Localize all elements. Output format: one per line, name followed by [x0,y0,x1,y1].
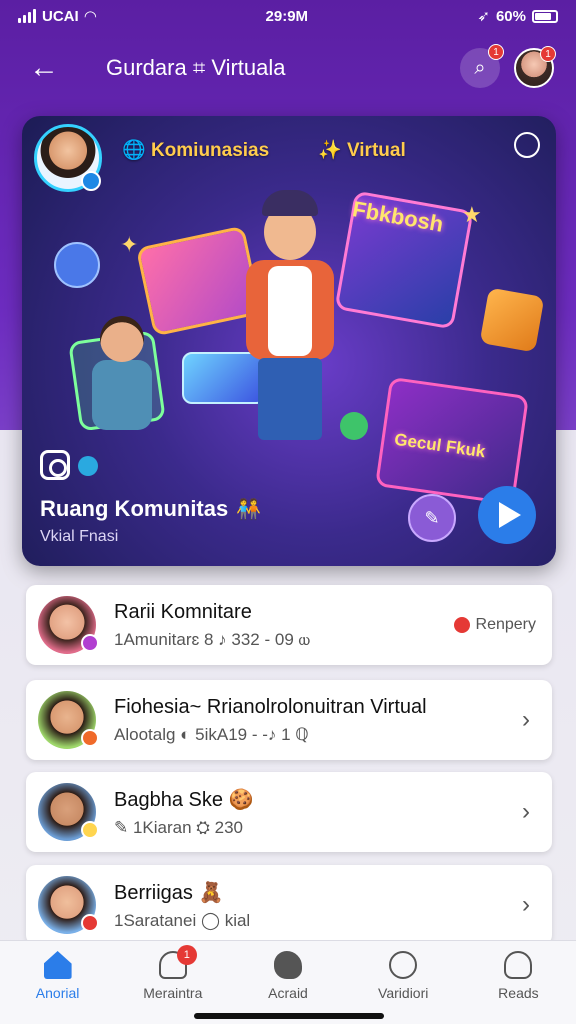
item-meta: 1Saratanei ◯ kial [114,910,251,930]
item-meta: 1Amunitarɛ 8 ♪ 332 - 09 ⲱ [114,629,311,649]
location-icon: ➶ [477,8,490,25]
status-icon [81,634,99,652]
notification-badge: 1 [176,945,197,965]
instagram-icon[interactable] [40,450,70,480]
cube-icon [479,287,545,353]
profile-avatar[interactable]: 1 [514,46,556,88]
hero-banner[interactable]: Fbkbosh Gecul Fkuk ✦ ★ 🌐 Komiunasias ✨ V… [22,116,556,566]
clock-icon[interactable] [514,132,540,158]
item-meta: Alootalg ◐ 5ikA19 - -♪ 1 ℚ [114,724,309,744]
status-bar: UCAI ◠ 29:9M ➶ 60% [0,0,576,32]
carrier-label: UCAI [42,7,79,25]
avatar [38,876,99,934]
hero-tag: 🌐 Komiunasias [122,140,270,161]
hero-subtitle: Vkial Fnasi [40,528,119,545]
search-icon: ⌕ [474,56,486,79]
item-name: Bagbha Ske 🍪 [114,788,254,811]
hero-avatar[interactable] [34,124,102,192]
avatar [38,783,99,841]
home-icon [43,951,72,979]
character-illustration [82,316,172,456]
chevron-right-icon[interactable]: › [516,706,536,734]
search-button[interactable]: ⌕ 1 [460,44,504,88]
page-title: Gurdara ⌗ Virtuala [106,55,286,80]
nav-item-activity[interactable]: Acraid [230,941,345,1024]
status-badge: Renpery [453,616,536,634]
hero-tag: ✨ Virtual [318,140,406,161]
signal-icon [18,9,36,23]
globe-icon [389,951,418,979]
notification-badge: 1 [488,44,504,60]
people-emoji: 🧑‍🤝‍🧑 [236,499,262,521]
nav-item-members[interactable]: 1 Meraintra [115,941,230,1024]
sparkle-icon: ✦ [120,232,139,257]
item-meta: ✎ 1Kiaran ⛭ 230 [114,817,243,837]
chevron-right-icon[interactable]: › [516,798,536,826]
share-icon[interactable] [78,456,98,476]
item-name: Rarii Komnitare [114,600,252,623]
nav-item-explore[interactable]: Varidiori [346,941,461,1024]
clock-time: 29:9M [265,7,309,25]
item-name: Fiohesia~ Rrianolrolonuitran Virtual [114,695,427,718]
avatar [38,596,99,654]
list-item[interactable]: Rarii Komnitare 1Amunitarɛ 8 ♪ 332 - 09 … [26,585,552,665]
battery-icon [531,9,558,23]
people-icon: 1 [158,945,197,979]
item-name: Berriigas 🧸 [114,881,224,904]
star-icon: ★ [462,202,482,227]
status-icon [81,914,99,932]
nav-item-profile[interactable]: Reads [461,941,576,1024]
cloud-icon [274,951,302,979]
character-illustration [206,190,356,450]
verified-icon [81,171,101,191]
nav-item-home[interactable]: Anorial [0,941,115,1024]
list-item[interactable]: Berriigas 🧸 1Saratanei ◯ kial › [26,865,552,945]
wifi-icon: ◠ [84,8,97,25]
play-button[interactable] [478,486,536,544]
status-icon [81,821,99,839]
chevron-right-icon[interactable]: › [516,891,536,919]
user-icon [504,951,533,979]
bottom-nav: Anorial 1 Meraintra Acraid Varidiori Rea… [0,940,576,1024]
hero-title: Ruang Komunitas 🧑‍🤝‍🧑 [40,496,262,521]
battery-percent: 60% [495,7,526,25]
edit-icon[interactable]: ✎ [408,494,456,542]
app-header: ← Gurdara ⌗ Virtuala ⌕ 1 1 [0,40,576,96]
back-arrow-icon[interactable]: ← [22,46,66,90]
alert-icon [453,617,470,633]
home-indicator [194,1013,384,1019]
avatar-badge: 1 [540,46,556,62]
status-icon [81,729,99,747]
list-item[interactable]: Bagbha Ske 🍪 ✎ 1Kiaran ⛭ 230 › [26,772,552,852]
avatar [38,691,99,749]
chat-bubble-icon [54,242,100,288]
list-item[interactable]: Fiohesia~ Rrianolrolonuitran Virtual Alo… [26,680,552,760]
